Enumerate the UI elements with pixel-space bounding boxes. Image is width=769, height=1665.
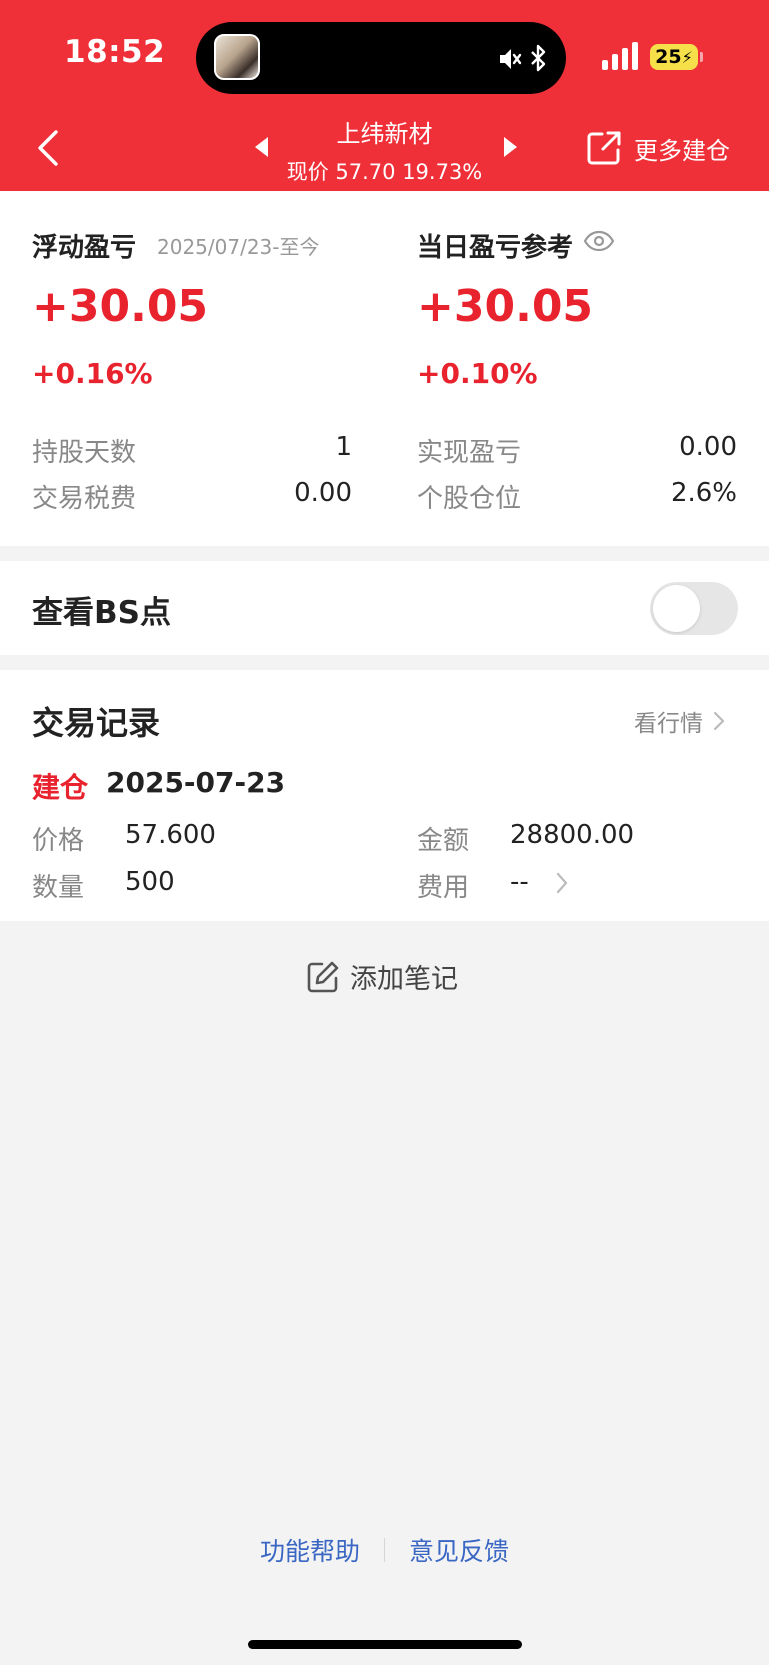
view-quote-label: 看行情 — [634, 711, 703, 737]
position-ratio-row: 个股仓位 2.6% — [417, 478, 737, 515]
realized-pnl-value: 0.00 — [679, 432, 737, 462]
price-value: 57.600 — [125, 820, 216, 850]
bs-points-label: 查看BS点 — [32, 595, 171, 631]
bluetooth-icon — [531, 44, 546, 72]
tax-label: 交易税费 — [32, 484, 137, 514]
floating-pnl-date: 2025/07/23-至今 — [157, 235, 320, 259]
hold-days-value: 1 — [335, 432, 352, 462]
position-ratio-label: 个股仓位 — [417, 484, 522, 514]
hold-days-label: 持股天数 — [32, 438, 137, 468]
footer-divider — [384, 1538, 385, 1562]
more-positions-button[interactable]: 更多建仓 — [586, 128, 730, 168]
home-indicator[interactable] — [248, 1640, 522, 1649]
status-time: 18:52 — [64, 34, 166, 70]
media-thumbnail — [214, 34, 260, 80]
view-quote-link[interactable]: 看行情 — [634, 704, 725, 738]
trade-date: 2025-07-23 — [106, 766, 286, 799]
fee-chevron-right-icon[interactable] — [556, 872, 568, 894]
help-link[interactable]: 功能帮助 — [260, 1532, 360, 1568]
dynamic-island — [196, 22, 566, 94]
daily-pnl-title: 当日盈亏参考 — [417, 233, 574, 263]
hold-days-row: 持股天数 1 — [32, 432, 352, 469]
price-label: 价格 — [32, 826, 85, 856]
tax-value: 0.00 — [294, 478, 352, 508]
battery-level: 25 — [655, 46, 682, 68]
bs-points-row: 查看BS点 — [0, 561, 769, 655]
trade-records-title: 交易记录 — [32, 704, 161, 742]
daily-pnl-percent: +0.10% — [417, 357, 538, 390]
fee-label: 费用 — [417, 873, 470, 903]
footer-links: 功能帮助 意见反馈 — [0, 1532, 769, 1568]
pnl-summary-card: 浮动盈亏 2025/07/23-至今 +30.05 +0.16% 持股天数 1 … — [0, 191, 769, 546]
next-stock-icon[interactable] — [502, 136, 518, 158]
edit-note-icon — [307, 961, 339, 992]
amount-value: 28800.00 — [510, 820, 635, 850]
fee-value[interactable]: -- — [510, 867, 529, 897]
top-header: 18:52 25⚡ 上纬新材 现价 57.70 19.73% 更多建仓 — [0, 0, 769, 191]
feedback-link[interactable]: 意见反馈 — [409, 1532, 509, 1568]
floating-pnl-title: 浮动盈亏 — [32, 233, 137, 263]
battery-indicator: 25⚡ — [650, 44, 698, 70]
trade-records-card: 交易记录 看行情 建仓 2025-07-23 价格 57.600 金额 2880… — [0, 670, 769, 921]
chevron-right-icon — [713, 711, 725, 731]
share-out-icon — [587, 131, 621, 165]
signal-icon — [602, 42, 638, 70]
quantity-value: 500 — [125, 867, 175, 897]
tax-row: 交易税费 0.00 — [32, 478, 352, 515]
more-positions-label: 更多建仓 — [634, 136, 730, 165]
add-note-label: 添加笔记 — [350, 964, 458, 995]
mute-icon — [500, 49, 522, 69]
add-note-button[interactable]: 添加笔记 — [306, 957, 458, 996]
bs-points-toggle[interactable] — [650, 582, 738, 635]
battery-cap — [700, 52, 703, 62]
daily-pnl-value: +30.05 — [417, 281, 594, 332]
floating-pnl-value: +30.05 — [32, 281, 209, 332]
quantity-label: 数量 — [32, 873, 85, 903]
floating-pnl-percent: +0.16% — [32, 357, 153, 390]
realized-pnl-label: 实现盈亏 — [417, 438, 522, 468]
trade-type: 建仓 — [32, 771, 89, 804]
eye-icon[interactable] — [583, 229, 615, 253]
amount-label: 金额 — [417, 826, 470, 856]
realized-pnl-row: 实现盈亏 0.00 — [417, 432, 737, 469]
position-ratio-value: 2.6% — [670, 478, 737, 508]
toggle-knob — [653, 585, 700, 632]
